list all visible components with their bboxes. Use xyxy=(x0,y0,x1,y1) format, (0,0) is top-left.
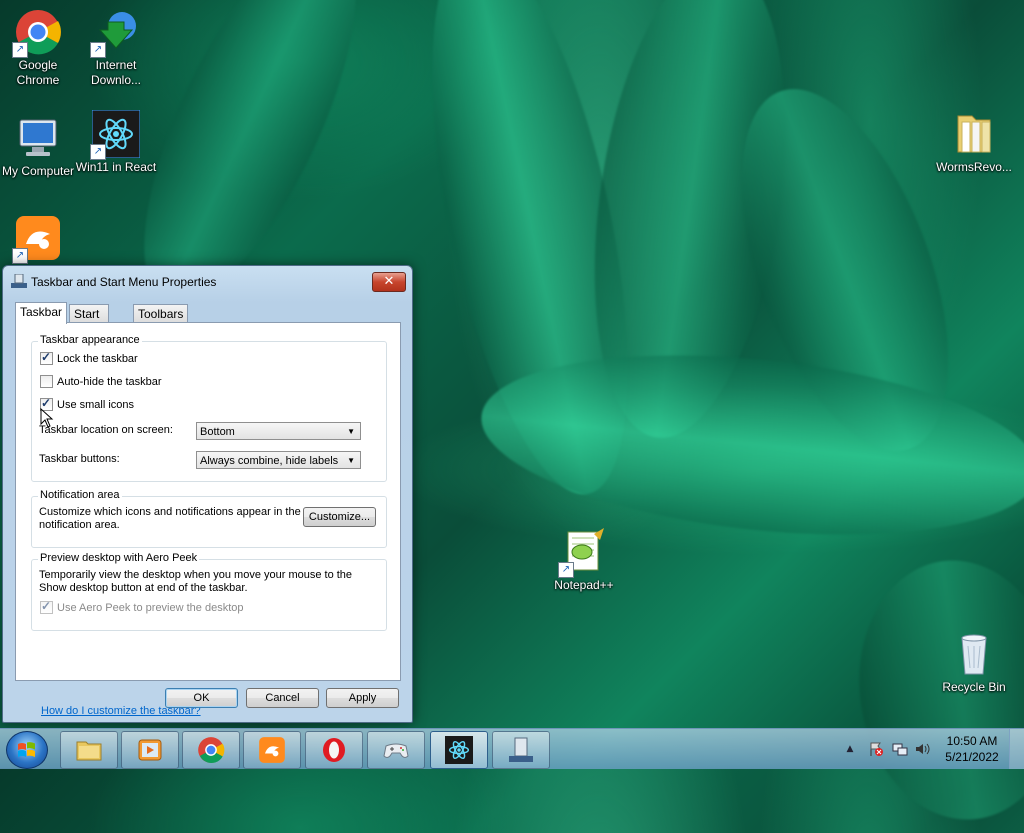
clock-time: 10:50 AM xyxy=(946,734,998,748)
dialog-title: Taskbar and Start Menu Properties xyxy=(31,275,217,289)
game-controller-icon xyxy=(383,743,409,758)
customize-button[interactable]: Customize... xyxy=(303,507,376,527)
uc-browser-icon: ↗ xyxy=(12,214,62,264)
tab-panel-taskbar: Taskbar appearance Lock the taskbar Auto… xyxy=(15,322,401,717)
checkbox-box xyxy=(40,599,53,614)
uc-browser-icon xyxy=(259,737,285,763)
taskbar-properties-dialog: Taskbar and Start Menu Properties ✕ Task… xyxy=(2,265,413,723)
volume-icon[interactable] xyxy=(914,741,930,757)
chrome-icon xyxy=(198,737,225,764)
desktop-icon-label: Win11 in React xyxy=(75,160,157,174)
aero-peek-checkbox: Use Aero Peek to preview the desktop xyxy=(40,599,244,614)
desktop-icon-label: Google Chrome xyxy=(16,58,60,87)
location-label: Taskbar location on screen: xyxy=(39,424,173,436)
checkbox-label: Use Aero Peek to preview the desktop xyxy=(57,601,244,614)
taskbar-chrome[interactable] xyxy=(182,731,240,769)
taskbar-buttons-dropdown[interactable]: Always combine, hide labels ▼ xyxy=(196,451,361,469)
desktop-icon-win11-react[interactable]: ↗ Win11 in React xyxy=(74,109,158,175)
tab-taskbar[interactable]: Taskbar xyxy=(15,302,68,324)
buttons-label: Taskbar buttons: xyxy=(39,453,120,465)
close-button[interactable]: ✕ xyxy=(372,272,406,292)
desktop-icon-notepadpp[interactable]: ↗ Notepad++ xyxy=(542,528,626,593)
clock[interactable]: 10:50 AM 5/21/2022 xyxy=(942,733,1002,765)
aero-peek-description: Temporarily view the desktop when you mo… xyxy=(39,569,353,594)
taskbar-media-player[interactable] xyxy=(121,731,179,769)
desktop-icon-label: Notepad++ xyxy=(554,578,614,592)
tab-toolbars[interactable]: Toolbars xyxy=(133,304,189,323)
mouse-cursor-icon xyxy=(40,408,54,428)
desktop-icon-worms-folder[interactable]: WormsRevo... xyxy=(932,110,1016,175)
react-icon: ↗ xyxy=(90,109,141,160)
location-dropdown[interactable]: Bottom ▼ xyxy=(196,422,361,440)
react-icon xyxy=(445,736,473,764)
cancel-button[interactable]: Cancel xyxy=(246,688,319,708)
start-button[interactable] xyxy=(6,731,48,769)
desktop-icon-label: My Computer xyxy=(1,164,75,178)
taskbar: ▲ 10:50 AM 5/21/2022 xyxy=(0,728,1024,769)
desktop-icon-chrome[interactable]: ↗ Google Chrome xyxy=(0,8,80,88)
taskbar-win11-react[interactable] xyxy=(430,731,488,769)
desktop-icon-recycle-bin[interactable]: Recycle Bin xyxy=(932,630,1016,695)
action-center-flag-icon[interactable] xyxy=(868,741,884,757)
network-icon[interactable] xyxy=(892,741,908,757)
checkbox-label: Lock the taskbar xyxy=(57,352,138,365)
desktop-icon-label: WormsRevo... xyxy=(936,160,1012,174)
small-icons-checkbox[interactable]: Use small icons xyxy=(40,396,135,411)
taskbar-file-explorer[interactable] xyxy=(60,731,118,769)
chrome-icon: ↗ xyxy=(12,8,62,58)
apply-button[interactable]: Apply xyxy=(326,688,399,708)
dropdown-value: Bottom xyxy=(200,426,235,438)
recycle-bin-icon xyxy=(950,630,998,678)
checkbox-box[interactable] xyxy=(40,375,53,388)
desktop-icon-idm[interactable]: ↗ Internet Downlo... xyxy=(74,8,158,88)
chevron-down-icon: ▼ xyxy=(347,427,355,436)
chevron-down-icon: ▼ xyxy=(347,456,355,465)
clock-date: 5/21/2022 xyxy=(945,750,999,764)
taskbar-properties-icon xyxy=(509,737,533,762)
desktop-icon-uc-browser[interactable]: ↗ xyxy=(0,214,80,264)
desktop-icon-label: Internet Downlo... xyxy=(90,58,142,87)
ok-button[interactable]: OK xyxy=(165,688,238,708)
notification-description: Customize which icons and notifications … xyxy=(39,506,301,531)
dialog-titlebar[interactable]: Taskbar and Start Menu Properties ✕ xyxy=(3,266,412,296)
dropdown-value: Always combine, hide labels xyxy=(200,455,339,467)
opera-icon xyxy=(323,738,345,762)
file-explorer-icon xyxy=(76,741,102,761)
folder-icon xyxy=(950,110,998,158)
group-title: Preview desktop with Aero Peek xyxy=(38,552,200,564)
desktop-icon-label: Recycle Bin xyxy=(942,680,1006,694)
lock-taskbar-checkbox[interactable]: Lock the taskbar xyxy=(40,350,138,365)
media-player-icon xyxy=(138,739,162,761)
auto-hide-checkbox[interactable]: Auto-hide the taskbar xyxy=(40,375,162,388)
idm-icon: ↗ xyxy=(90,8,140,58)
taskbar-properties-icon xyxy=(11,274,27,288)
taskbar-properties-window[interactable] xyxy=(492,731,550,769)
computer-icon xyxy=(14,114,62,162)
checkbox-label: Use small icons xyxy=(57,398,135,411)
taskbar-uc-browser[interactable] xyxy=(243,731,301,769)
tab-start-menu[interactable]: Start Menu xyxy=(69,304,110,339)
windows-logo-icon xyxy=(18,742,35,757)
checkbox-label: Auto-hide the taskbar xyxy=(57,375,162,388)
group-title: Notification area xyxy=(38,489,122,501)
taskbar-opera[interactable] xyxy=(305,731,363,769)
notepadpp-icon: ↗ xyxy=(558,528,608,578)
taskbar-game[interactable] xyxy=(367,731,425,769)
show-hidden-icons-button[interactable]: ▲ xyxy=(842,741,858,757)
group-title: Taskbar appearance xyxy=(38,334,142,346)
desktop-icon-my-computer[interactable]: My Computer xyxy=(0,114,80,179)
checkbox-box[interactable] xyxy=(40,350,53,365)
show-desktop-button[interactable] xyxy=(1009,729,1024,769)
